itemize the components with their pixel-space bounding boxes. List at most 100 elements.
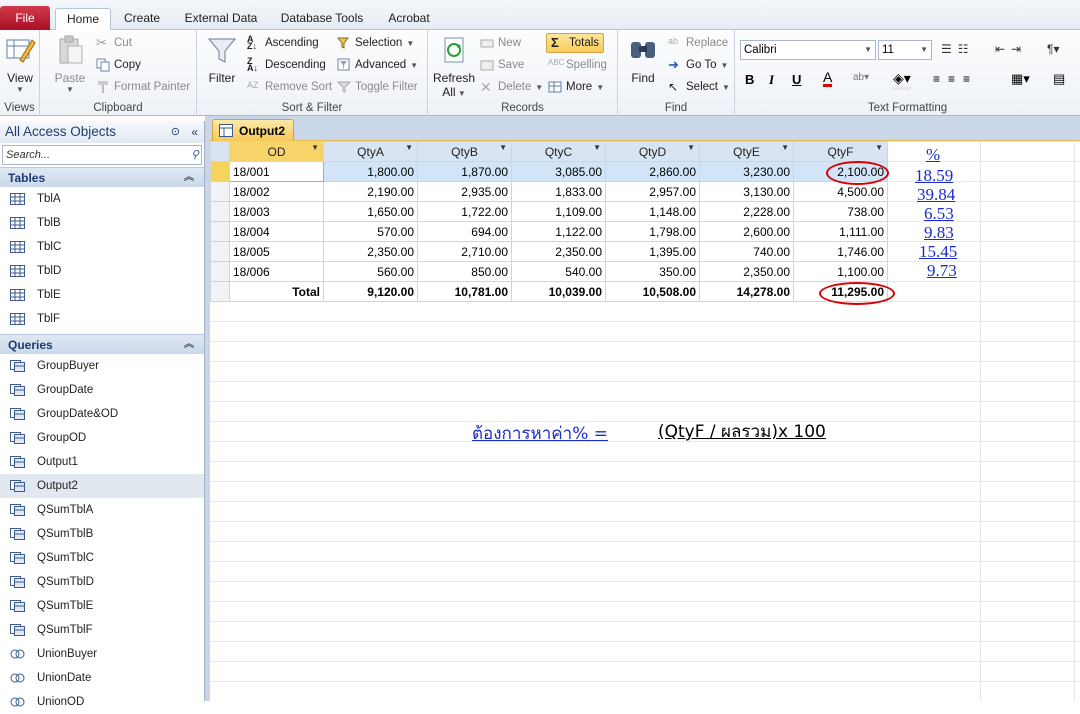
fill-color-icon[interactable]: ◈▾ — [893, 70, 911, 90]
column-header-qtyd[interactable]: QtyD ▼ — [605, 141, 700, 162]
nav-table-item[interactable]: TblF — [0, 307, 204, 331]
cell-qtyb[interactable]: 850.00 — [417, 261, 512, 282]
advanced-button[interactable]: Advanced ▼ — [337, 58, 418, 72]
nav-query-item[interactable]: QSumTblB — [0, 522, 204, 546]
nav-menu-icon[interactable]: ⊙ — [171, 121, 180, 143]
delete-button[interactable]: ✕ Delete ▼ — [480, 80, 543, 94]
cell-qtyf[interactable]: 1,746.00 — [793, 241, 888, 262]
cell-qtyc[interactable]: 1,833.00 — [511, 181, 606, 202]
cell-qtyf[interactable]: 1,100.00 — [793, 261, 888, 282]
cell-qtye[interactable]: 3,130.00 — [699, 181, 794, 202]
underline-button[interactable]: U — [792, 72, 801, 87]
cell-qtyb[interactable]: 1,722.00 — [417, 201, 512, 222]
record-selector[interactable] — [210, 221, 230, 242]
column-header-od[interactable]: OD ▼ — [229, 141, 324, 162]
nav-query-item[interactable]: UnionOD — [0, 690, 204, 714]
column-dropdown-icon[interactable]: ▼ — [875, 143, 883, 152]
nav-table-item[interactable]: TblC — [0, 235, 204, 259]
cell-od[interactable]: 18/006 — [229, 261, 324, 282]
column-dropdown-icon[interactable]: ▼ — [405, 143, 413, 152]
column-dropdown-icon[interactable]: ▼ — [687, 143, 695, 152]
descending-button[interactable]: Z A↓ Descending — [247, 57, 326, 73]
save-button[interactable]: Save — [480, 58, 524, 72]
font-color-button[interactable]: A — [823, 70, 833, 87]
record-selector[interactable] — [210, 161, 230, 182]
cell-qtyf[interactable]: 738.00 — [793, 201, 888, 222]
cell-qtyc[interactable]: 10,039.00 — [511, 281, 606, 302]
cell-od[interactable]: 18/001 — [229, 161, 324, 182]
cell-qtyb[interactable]: 1,870.00 — [417, 161, 512, 182]
cell-qtye[interactable]: 2,350.00 — [699, 261, 794, 282]
paste-button[interactable]: Paste ▼ — [48, 34, 92, 94]
cell-qtya[interactable]: 9,120.00 — [323, 281, 418, 302]
ascending-button[interactable]: A Z↓ Ascending — [247, 35, 319, 51]
highlight-icon[interactable]: ab▾ — [853, 72, 869, 83]
tab-output2[interactable]: Output2 — [212, 119, 294, 141]
bold-button[interactable]: B — [745, 72, 754, 87]
nav-query-item[interactable]: QSumTblD — [0, 570, 204, 594]
cell-qtyb[interactable]: 2,935.00 — [417, 181, 512, 202]
list-format-icons[interactable]: ☰☷ — [941, 42, 975, 56]
nav-table-item[interactable]: TblD — [0, 259, 204, 283]
cell-qtyf[interactable]: 1,111.00 — [793, 221, 888, 242]
italic-button[interactable]: I — [769, 72, 774, 88]
cell-qtyd[interactable]: 1,148.00 — [605, 201, 700, 222]
format-painter-button[interactable]: Format Painter — [96, 80, 190, 94]
nav-query-item[interactable]: QSumTblA — [0, 498, 204, 522]
tab-acrobat[interactable]: Acrobat — [382, 8, 436, 30]
cell-qtyf[interactable]: 4,500.00 — [793, 181, 888, 202]
cell-qtye[interactable]: 740.00 — [699, 241, 794, 262]
remove-sort-button[interactable]: AZ Remove Sort — [247, 80, 332, 94]
nav-query-item[interactable]: QSumTblF — [0, 618, 204, 642]
cell-qtya[interactable]: 2,190.00 — [323, 181, 418, 202]
nav-query-item[interactable]: GroupOD — [0, 426, 204, 450]
column-dropdown-icon[interactable]: ▼ — [311, 143, 319, 152]
alt-row-color-icon[interactable]: ▤ — [1053, 71, 1065, 87]
cell-qtyd[interactable]: 2,957.00 — [605, 181, 700, 202]
tab-external-data[interactable]: External Data — [180, 8, 262, 30]
cell-od[interactable]: 18/004 — [229, 221, 324, 242]
nav-query-item[interactable]: GroupBuyer — [0, 354, 204, 378]
column-dropdown-icon[interactable]: ▼ — [781, 143, 789, 152]
nav-query-item[interactable]: GroupDate — [0, 378, 204, 402]
cell-qtya[interactable]: 1,650.00 — [323, 201, 418, 222]
cell-qtye[interactable]: 14,278.00 — [699, 281, 794, 302]
collapse-pane-icon[interactable]: « — [191, 121, 198, 143]
nav-table-item[interactable]: TblB — [0, 211, 204, 235]
tables-section-header[interactable]: Tables ︽ — [0, 167, 204, 187]
cell-qtyb[interactable]: 694.00 — [417, 221, 512, 242]
cell-qtyc[interactable]: 540.00 — [511, 261, 606, 282]
indent-icons[interactable]: ⇤⇥ — [995, 42, 1027, 56]
cell-qtya[interactable]: 570.00 — [323, 221, 418, 242]
column-dropdown-icon[interactable]: ▼ — [593, 143, 601, 152]
nav-table-item[interactable]: TblE — [0, 283, 204, 307]
cell-od[interactable]: 18/005 — [229, 241, 324, 262]
find-button[interactable]: Find — [622, 34, 664, 85]
totals-button[interactable]: Σ Totals — [546, 33, 605, 53]
record-selector[interactable] — [210, 281, 230, 302]
cell-qtyb[interactable]: 10,781.00 — [417, 281, 512, 302]
tab-create[interactable]: Create — [118, 8, 166, 30]
cell-od[interactable]: 18/003 — [229, 201, 324, 222]
cell-od[interactable]: Total — [229, 281, 324, 302]
cell-qtya[interactable]: 2,350.00 — [323, 241, 418, 262]
cell-qtyc[interactable]: 1,109.00 — [511, 201, 606, 222]
filter-button[interactable]: Filter — [201, 34, 243, 85]
font-name-select[interactable]: Calibri ▼ — [740, 40, 876, 60]
cell-qtyd[interactable]: 2,860.00 — [605, 161, 700, 182]
nav-query-item[interactable]: Output1 — [0, 450, 204, 474]
record-selector[interactable] — [210, 261, 230, 282]
cell-qtyc[interactable]: 2,350.00 — [511, 241, 606, 262]
cell-qtyd[interactable]: 10,508.00 — [605, 281, 700, 302]
column-header-qtyf[interactable]: QtyF ▼ — [793, 141, 888, 162]
select-button[interactable]: ↖ Select ▼ — [668, 80, 730, 94]
record-selector[interactable] — [210, 241, 230, 262]
gridlines-icon[interactable]: ▦▾ — [1011, 71, 1030, 87]
spelling-button[interactable]: ABC Spelling — [548, 58, 607, 72]
nav-header[interactable]: All Access Objects ⊙ « — [0, 121, 204, 143]
column-header-qtyb[interactable]: QtyB ▼ — [417, 141, 512, 162]
cut-button[interactable]: ✂ Cut — [96, 36, 132, 50]
view-button[interactable]: View ▼ — [2, 34, 38, 94]
toggle-filter-button[interactable]: Toggle Filter — [337, 80, 418, 94]
replace-button[interactable]: ab Replace — [668, 36, 728, 50]
